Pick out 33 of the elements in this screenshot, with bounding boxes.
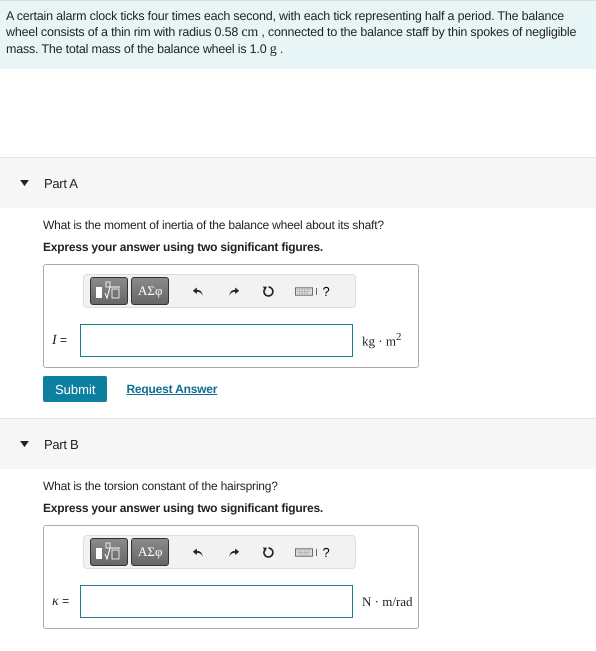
help-button[interactable]: ? bbox=[322, 284, 330, 298]
reset-icon[interactable] bbox=[262, 546, 276, 558]
reset-icon[interactable] bbox=[262, 284, 276, 298]
symbols-button[interactable]: ΑΣφ bbox=[131, 538, 170, 566]
keyboard-icon[interactable] bbox=[295, 286, 314, 296]
answer-input[interactable] bbox=[80, 324, 353, 357]
part-title: Part B bbox=[44, 436, 78, 452]
redo-icon[interactable] bbox=[227, 546, 240, 558]
keyboard-icon[interactable] bbox=[295, 548, 314, 556]
redo-icon[interactable] bbox=[227, 284, 240, 298]
undo-icon[interactable] bbox=[192, 284, 206, 298]
submit-button[interactable]: Submit bbox=[43, 376, 108, 402]
instruction-text: Express your answer using two significant figures. bbox=[43, 240, 324, 254]
variable-label: I = bbox=[52, 332, 68, 348]
request-answer-link[interactable]: Request Answer bbox=[126, 382, 218, 396]
variable-label: κ = bbox=[52, 594, 70, 610]
unit-label: kg · m$^{2}$ bbox=[362, 331, 402, 350]
undo-icon[interactable] bbox=[192, 546, 206, 558]
problem-text: A certain alarm clock ticks four times each second, with each tick representing half a period. The balance wheel consists of a thin rim with radius 0.58 cm , connected to the balance staff by thin spokes of negligible mass. The total mass of the balance wheel is 1.0 g . bbox=[6, 8, 578, 58]
collapse-triangle-icon bbox=[20, 180, 29, 186]
templates-button[interactable] bbox=[90, 277, 128, 305]
question-text: What is the torsion constant of the hairspring? bbox=[43, 479, 279, 493]
part-header[interactable]: Part B bbox=[0, 418, 596, 469]
instruction-text: Express your answer using two significant figures. bbox=[43, 501, 324, 515]
unit-label: N · m/rad bbox=[362, 594, 413, 610]
answer-input[interactable] bbox=[80, 585, 353, 618]
part-header[interactable]: Part A bbox=[0, 157, 596, 208]
symbols-button[interactable]: ΑΣφ bbox=[131, 277, 170, 305]
help-button[interactable]: ? bbox=[322, 544, 330, 560]
part-title: Part A bbox=[44, 176, 78, 190]
templates-button[interactable] bbox=[90, 538, 128, 566]
collapse-triangle-icon bbox=[20, 440, 29, 448]
question-text: What is the moment of inertia of the balance wheel about its shaft? bbox=[43, 218, 385, 232]
